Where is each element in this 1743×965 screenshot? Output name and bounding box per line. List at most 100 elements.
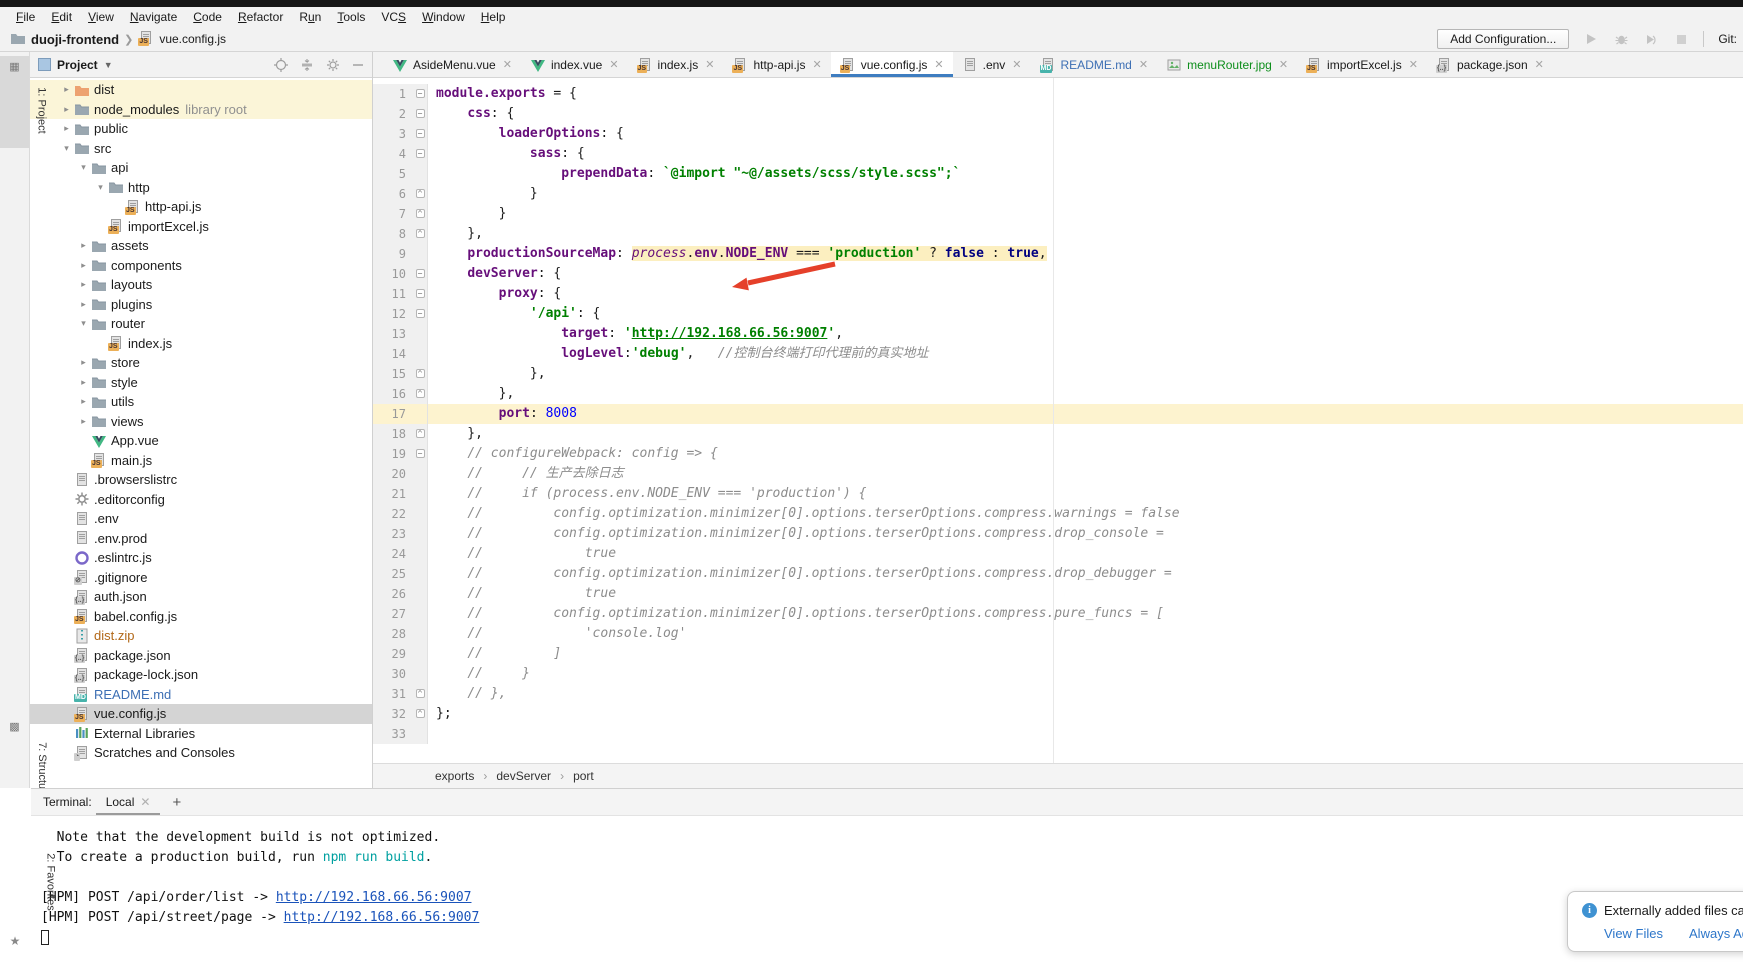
chevron-icon[interactable]: ▸ (76, 396, 91, 407)
tree-item-package.json[interactable]: {..}package.json (30, 646, 372, 666)
tree-item-style[interactable]: ▸style (30, 373, 372, 393)
code-line[interactable]: 1−module.exports = { (373, 84, 1743, 104)
chevron-icon[interactable]: ▸ (59, 84, 74, 95)
menu-refactor[interactable]: Refactor (230, 8, 291, 26)
breadcrumb-item[interactable]: devServer (496, 769, 551, 783)
code-line[interactable]: 30 // } (373, 664, 1743, 684)
close-icon[interactable]: ✕ (1139, 58, 1148, 71)
notification-action-view-files[interactable]: View Files (1604, 926, 1663, 941)
hide-panel-icon[interactable] (352, 59, 364, 71)
tab-package.json[interactable]: {..}package.json✕ (1427, 52, 1553, 77)
tree-item-store[interactable]: ▸store (30, 353, 372, 373)
tree-item-views[interactable]: ▸views (30, 412, 372, 432)
project-panel-title[interactable]: Project ▼ (38, 58, 113, 72)
chevron-icon[interactable]: ▸ (76, 377, 91, 388)
code-line[interactable]: 5 prependData: `@import "~@/assets/scss/… (373, 164, 1743, 184)
fold-marker-icon[interactable]: ^ (416, 689, 425, 698)
code-line[interactable]: 2− css: { (373, 104, 1743, 124)
code-line[interactable]: 33 (373, 724, 1743, 744)
chevron-icon[interactable]: ▾ (76, 318, 91, 329)
breadcrumb-item[interactable]: exports (435, 769, 474, 783)
tree-item-layouts[interactable]: ▸layouts (30, 275, 372, 295)
tree-item-src[interactable]: ▾src (30, 139, 372, 159)
tree-item-node_modules[interactable]: ▸node_moduleslibrary root (30, 100, 372, 120)
tab-README.md[interactable]: MDREADME.md✕ (1031, 52, 1158, 77)
run-icon[interactable] (1583, 31, 1599, 47)
run-with-coverage-icon[interactable] (1643, 31, 1659, 47)
code-line[interactable]: 26 // true (373, 584, 1743, 604)
chevron-icon[interactable]: ▾ (76, 162, 91, 173)
tree-item-http-api.js[interactable]: JShttp-api.js (30, 197, 372, 217)
code-line[interactable]: 7^ } (373, 204, 1743, 224)
tree-item-dist.zip[interactable]: dist.zip (30, 626, 372, 646)
chevron-icon[interactable]: ▸ (76, 240, 91, 251)
breadcrumb-file[interactable]: vue.config.js (159, 32, 226, 46)
menu-edit[interactable]: Edit (43, 8, 80, 26)
close-icon[interactable]: ✕ (503, 58, 512, 71)
tab-AsideMenu.vue[interactable]: AsideMenu.vue✕ (383, 52, 521, 77)
tree-item-assets[interactable]: ▸assets (30, 236, 372, 256)
debug-icon[interactable] (1613, 31, 1629, 47)
fold-marker-icon[interactable]: − (416, 109, 425, 118)
close-icon[interactable]: ✕ (705, 58, 714, 71)
tree-item-auth.json[interactable]: {..}auth.json (30, 587, 372, 607)
tree-item-.env[interactable]: .env (30, 509, 372, 529)
fold-marker-icon[interactable]: ^ (416, 709, 425, 718)
menu-run[interactable]: Run (291, 8, 329, 26)
tree-item-main.js[interactable]: JSmain.js (30, 451, 372, 471)
tab-http-api.js[interactable]: JShttp-api.js✕ (723, 52, 830, 77)
tab-.env[interactable]: .env✕ (953, 52, 1031, 77)
fold-marker-icon[interactable]: ^ (416, 389, 425, 398)
fold-marker-icon[interactable]: − (416, 289, 425, 298)
fold-marker-icon[interactable]: − (416, 129, 425, 138)
tree-item-App.vue[interactable]: App.vue (30, 431, 372, 451)
tree-item-api[interactable]: ▾api (30, 158, 372, 178)
tree-item-.eslintrc.js[interactable]: .eslintrc.js (30, 548, 372, 568)
close-icon[interactable]: ✕ (1279, 58, 1288, 71)
tab-vue.config.js[interactable]: JSvue.config.js✕ (831, 52, 953, 77)
tab-index.vue[interactable]: index.vue✕ (521, 52, 628, 77)
menu-code[interactable]: Code (185, 8, 230, 26)
chevron-icon[interactable]: ▸ (76, 357, 91, 368)
code-line[interactable]: 25 // config.optimization.minimizer[0].o… (373, 564, 1743, 584)
chevron-icon[interactable]: ▸ (59, 123, 74, 134)
menu-window[interactable]: Window (414, 8, 473, 26)
fold-marker-icon[interactable]: ^ (416, 369, 425, 378)
code-line[interactable]: 8^ }, (373, 224, 1743, 244)
tree-item-http[interactable]: ▾http (30, 178, 372, 198)
code-line[interactable]: 29 // ] (373, 644, 1743, 664)
new-terminal-icon[interactable]: + (164, 794, 189, 811)
code-line[interactable]: 23 // config.optimization.minimizer[0].o… (373, 524, 1743, 544)
terminal-tab-local[interactable]: Local ✕ (96, 790, 161, 815)
tree-item-public[interactable]: ▸public (30, 119, 372, 139)
code-line[interactable]: 21 // if (process.env.NODE_ENV === 'prod… (373, 484, 1743, 504)
tab-menuRouter.jpg[interactable]: menuRouter.jpg✕ (1157, 52, 1297, 77)
chevron-icon[interactable]: ▸ (76, 260, 91, 271)
code-line[interactable]: 15^ }, (373, 364, 1743, 384)
fold-marker-icon[interactable]: ^ (416, 209, 425, 218)
code-line[interactable]: 17 port: 8008 (373, 404, 1743, 424)
chevron-icon[interactable]: ▾ (59, 143, 74, 154)
stop-icon[interactable] (1673, 31, 1689, 47)
code-line[interactable]: 12− '/api': { (373, 304, 1743, 324)
fold-marker-icon[interactable]: − (416, 269, 425, 278)
add-configuration-button[interactable]: Add Configuration... (1437, 29, 1569, 49)
chevron-icon[interactable]: ▸ (76, 279, 91, 290)
fold-marker-icon[interactable]: − (416, 449, 425, 458)
chevron-icon[interactable]: ▸ (76, 299, 91, 310)
code-line[interactable]: 19− // configureWebpack: config => { (373, 444, 1743, 464)
chevron-icon[interactable]: ▸ (76, 416, 91, 427)
close-icon[interactable]: ✕ (1012, 58, 1021, 71)
terminal-link[interactable]: http://192.168.66.56:9007 (284, 910, 480, 925)
code-line[interactable]: 3− loaderOptions: { (373, 124, 1743, 144)
close-icon[interactable]: ✕ (1535, 58, 1544, 71)
star-icon[interactable]: ★ (0, 934, 30, 948)
close-icon[interactable]: ✕ (812, 58, 821, 71)
code-line[interactable]: 18^ }, (373, 424, 1743, 444)
notification-action-always-add[interactable]: Always Add (1689, 926, 1743, 941)
code-line[interactable]: 6^ } (373, 184, 1743, 204)
code-line[interactable]: 31^ // }, (373, 684, 1743, 704)
tab-importExcel.js[interactable]: JSimportExcel.js✕ (1297, 52, 1427, 77)
stripe-structure-button[interactable]: ▩ 7: Structure (0, 716, 29, 808)
stripe-favorites-button[interactable]: 2: Favorites ★ (0, 840, 30, 948)
